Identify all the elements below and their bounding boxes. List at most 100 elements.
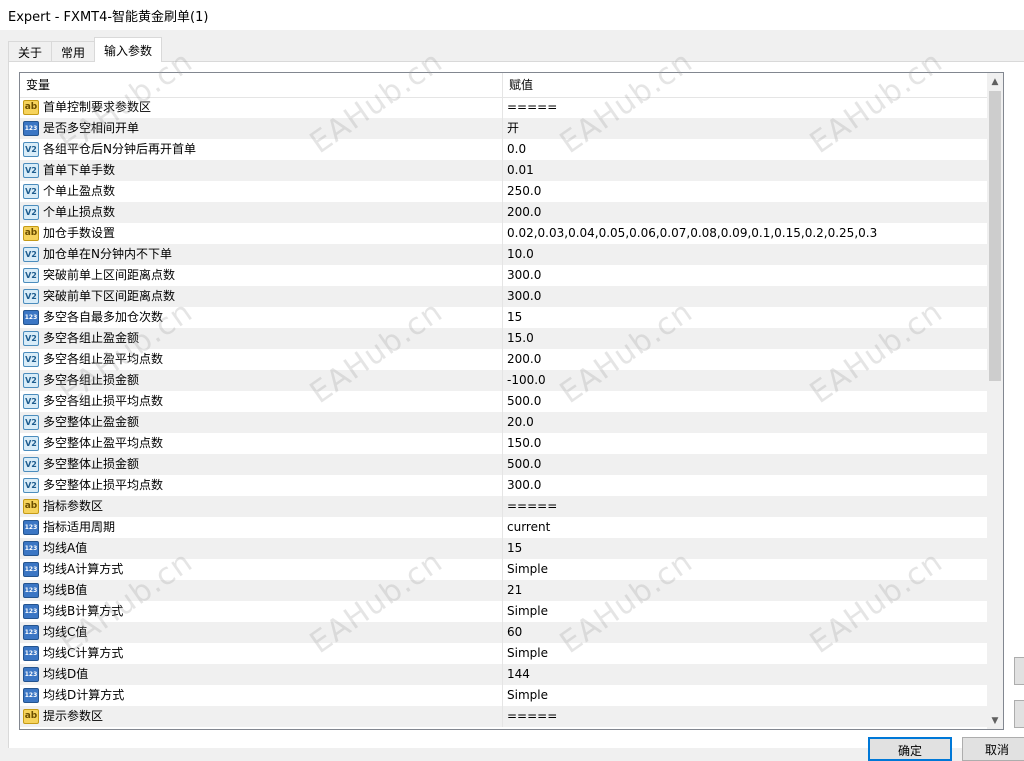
table-row[interactable]: V2 多空整体止损平均点数 300.0 [20, 475, 988, 496]
vertical-scrollbar[interactable]: ▲ ▼ [987, 73, 1003, 729]
variable-cell: V2 个单止盈点数 [20, 181, 503, 202]
table-row[interactable]: V2 多空各组止盈金额 15.0 [20, 328, 988, 349]
scroll-thumb[interactable] [989, 91, 1001, 381]
table-row[interactable]: 123 均线B计算方式 Simple [20, 601, 988, 622]
table-row[interactable]: V2 多空各组止损金额 -100.0 [20, 370, 988, 391]
double-type-icon: V2 [23, 163, 39, 178]
value-cell[interactable]: Simple [503, 559, 988, 580]
variable-name: 多空各组止损平均点数 [43, 394, 164, 408]
column-header-value[interactable]: 赋值 [503, 73, 988, 97]
variable-cell: ab 指标参数区 [20, 496, 503, 517]
cancel-button[interactable]: 取消 [962, 737, 1024, 761]
table-row[interactable]: 123 均线A值 15 [20, 538, 988, 559]
tab-about[interactable]: 关于 [8, 41, 53, 62]
table-row[interactable]: 123 均线D值 144 [20, 664, 988, 685]
variable-cell: ab 首单控制要求参数区 [20, 97, 503, 118]
value-cell[interactable]: 500.0 [503, 391, 988, 412]
variable-cell: 123 均线B计算方式 [20, 601, 503, 622]
tab-inputs[interactable]: 输入参数 [94, 37, 163, 62]
table-row[interactable]: 123 均线C值 60 [20, 622, 988, 643]
table-row[interactable]: V2 加仓单在N分钟内不下单 10.0 [20, 244, 988, 265]
value-cell[interactable]: 开 [503, 118, 988, 139]
variable-name: 多空各组止损金额 [43, 373, 140, 387]
table-row[interactable]: V2 多空整体止损金额 500.0 [20, 454, 988, 475]
value-cell[interactable]: 150.0 [503, 433, 988, 454]
table-row[interactable]: 123 均线B值 21 [20, 580, 988, 601]
variable-name: 均线B值 [43, 583, 88, 597]
table-row[interactable]: V2 多空各组止盈平均点数 200.0 [20, 349, 988, 370]
integer-type-icon: 123 [23, 121, 39, 136]
value-cell[interactable]: Simple [503, 643, 988, 664]
scroll-up-arrow-icon[interactable]: ▲ [987, 73, 1003, 90]
value-cell[interactable]: 10.0 [503, 244, 988, 265]
side-button-lower[interactable] [1014, 700, 1024, 728]
table-row[interactable]: V2 突破前单下区间距离点数 300.0 [20, 286, 988, 307]
variable-name: 多空各组止盈平均点数 [43, 352, 164, 366]
table-row[interactable]: ab 首单控制要求参数区 ===== [20, 97, 988, 118]
column-header-variable[interactable]: 变量 [20, 73, 503, 97]
value-cell[interactable]: 0.0 [503, 139, 988, 160]
value-cell[interactable]: Simple [503, 601, 988, 622]
ok-button[interactable]: 确定 [868, 737, 952, 761]
value-cell[interactable]: 200.0 [503, 349, 988, 370]
value-cell[interactable]: 300.0 [503, 286, 988, 307]
value-cell[interactable]: ===== [503, 496, 988, 517]
variable-cell: V2 多空整体止盈平均点数 [20, 433, 503, 454]
variable-name: 加仓单在N分钟内不下单 [43, 247, 172, 261]
variable-name: 均线C计算方式 [43, 646, 124, 660]
table-row[interactable]: V2 个单止损点数 200.0 [20, 202, 988, 223]
table-row[interactable]: ab 加仓手数设置 0.02,0.03,0.04,0.05,0.06,0.07,0.… [20, 223, 988, 244]
side-button-upper[interactable] [1014, 657, 1024, 685]
table-row[interactable]: 123 均线A计算方式 Simple [20, 559, 988, 580]
table-row[interactable]: 123 均线C计算方式 Simple [20, 643, 988, 664]
table-row[interactable]: ab 提示参数区 ===== [20, 706, 988, 727]
value-cell[interactable]: 250.0 [503, 181, 988, 202]
value-cell[interactable]: 500.0 [503, 454, 988, 475]
value-cell[interactable]: Simple [503, 685, 988, 706]
value-cell[interactable]: ===== [503, 706, 988, 727]
table-row[interactable]: V2 个单止盈点数 250.0 [20, 181, 988, 202]
value-cell[interactable]: 300.0 [503, 475, 988, 496]
variable-cell: V2 多空整体止损平均点数 [20, 475, 503, 496]
value-cell[interactable]: 15.0 [503, 328, 988, 349]
variable-name: 均线B计算方式 [43, 604, 124, 618]
string-type-icon: ab [23, 499, 39, 514]
table-row[interactable]: ab 指标参数区 ===== [20, 496, 988, 517]
value-cell[interactable]: 144 [503, 664, 988, 685]
variable-name: 多空整体止损平均点数 [43, 478, 164, 492]
table-row[interactable]: 123 是否多空相间开单 开 [20, 118, 988, 139]
table-row[interactable]: V2 首单下单手数 0.01 [20, 160, 988, 181]
value-cell[interactable]: current [503, 517, 988, 538]
table-row[interactable]: 123 指标适用周期 current [20, 517, 988, 538]
value-cell[interactable]: 200.0 [503, 202, 988, 223]
table-row[interactable]: V2 突破前单上区间距离点数 300.0 [20, 265, 988, 286]
table-row[interactable]: V2 各组平仓后N分钟后再开首单 0.0 [20, 139, 988, 160]
value-cell[interactable]: 21 [503, 580, 988, 601]
table-row[interactable]: V2 多空整体止盈平均点数 150.0 [20, 433, 988, 454]
variable-cell: ab 提示参数区 [20, 706, 503, 727]
value-cell[interactable]: 15 [503, 538, 988, 559]
value-cell[interactable]: 0.01 [503, 160, 988, 181]
value-cell[interactable]: 300.0 [503, 265, 988, 286]
table-row[interactable]: V2 多空各组止损平均点数 500.0 [20, 391, 988, 412]
integer-type-icon: 123 [23, 646, 39, 661]
table-row[interactable]: 123 多空各自最多加仓次数 15 [20, 307, 988, 328]
value-cell[interactable]: 60 [503, 622, 988, 643]
value-cell[interactable]: 20.0 [503, 412, 988, 433]
value-cell[interactable]: 0.02,0.03,0.04,0.05,0.06,0.07,0.08,0.09,… [503, 223, 988, 244]
value-cell[interactable]: -100.0 [503, 370, 988, 391]
value-cell[interactable]: ===== [503, 97, 988, 118]
variable-name: 多空整体止盈平均点数 [43, 436, 164, 450]
variable-name: 多空整体止盈金额 [43, 415, 140, 429]
table-row[interactable]: V2 多空整体止盈金额 20.0 [20, 412, 988, 433]
value-cell[interactable]: 15 [503, 307, 988, 328]
table-row[interactable]: 123 均线D计算方式 Simple [20, 685, 988, 706]
variable-name: 多空整体止损金额 [43, 457, 140, 471]
variable-name: 均线A计算方式 [43, 562, 124, 576]
variable-name: 突破前单下区间距离点数 [43, 289, 176, 303]
double-type-icon: V2 [23, 184, 39, 199]
tab-common[interactable]: 常用 [51, 41, 96, 62]
double-type-icon: V2 [23, 352, 39, 367]
scroll-down-arrow-icon[interactable]: ▼ [987, 712, 1003, 729]
variable-name: 多空各组止盈金额 [43, 331, 140, 345]
